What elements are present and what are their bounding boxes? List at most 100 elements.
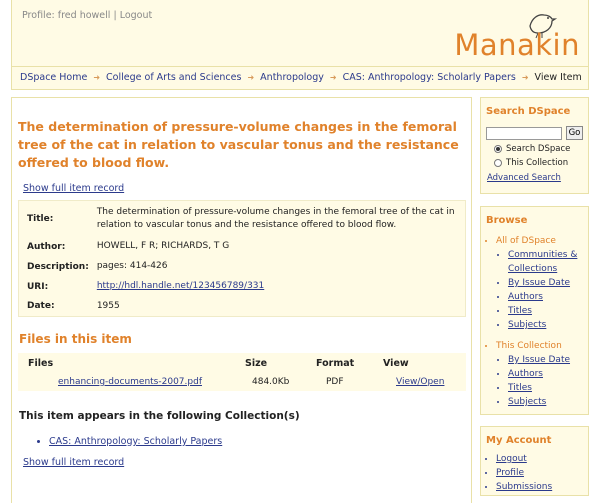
metadata-value-cell: http://hdl.handle.net/123456789/331 bbox=[93, 277, 466, 297]
browse-issue-date-link[interactable]: By Issue Date bbox=[508, 278, 570, 288]
show-full-record-link-bottom[interactable]: Show full item record bbox=[23, 457, 465, 468]
breadcrumb-arrow-icon: ➜ bbox=[329, 73, 337, 82]
browse-group-all: All of DSpace Communities & Collections … bbox=[496, 234, 583, 332]
list-item: Titles bbox=[508, 381, 583, 395]
files-col-header: Files bbox=[18, 353, 245, 373]
browse-titles-link[interactable]: Titles bbox=[508, 306, 532, 316]
browse-group-collection: This Collection By Issue Date Authors Ti… bbox=[496, 339, 583, 409]
go-button[interactable]: Go bbox=[566, 126, 583, 140]
browse-all-list: Communities & Collections By Issue Date … bbox=[496, 248, 583, 332]
list-item: By Issue Date bbox=[508, 353, 583, 367]
metadata-row-title: Title: The determination of pressure-vol… bbox=[19, 201, 466, 237]
breadcrumb-department[interactable]: Anthropology bbox=[260, 72, 324, 83]
radio-search-all[interactable]: Search DSpace bbox=[494, 144, 583, 154]
metadata-row-date: Date: 1955 bbox=[19, 297, 466, 317]
browse-list: All of DSpace Communities & Collections … bbox=[486, 234, 583, 409]
list-item: Authors bbox=[508, 367, 583, 381]
file-name-link[interactable]: enhancing-documents-2007.pdf bbox=[58, 377, 202, 387]
file-name-cell: enhancing-documents-2007.pdf bbox=[18, 373, 245, 391]
collection-link[interactable]: CAS: Anthropology: Scholarly Papers bbox=[49, 436, 222, 447]
list-item: CAS: Anthropology: Scholarly Papers bbox=[49, 436, 465, 447]
file-format: PDF bbox=[316, 373, 383, 391]
metadata-table: Title: The determination of pressure-vol… bbox=[18, 200, 466, 317]
size-col-header: Size bbox=[245, 353, 316, 373]
files-table: Files Size Format View enhancing-documen… bbox=[18, 353, 466, 391]
list-item: Logout bbox=[496, 452, 583, 466]
coll-subjects-link[interactable]: Subjects bbox=[508, 397, 546, 407]
metadata-label: Title: bbox=[27, 213, 54, 224]
view-col-header: View bbox=[383, 353, 466, 373]
account-heading: My Account bbox=[486, 435, 552, 446]
breadcrumb: DSpace Home ➜ College of Arts and Scienc… bbox=[12, 66, 588, 88]
browse-panel: Browse All of DSpace Communities & Colle… bbox=[480, 206, 589, 415]
file-row: enhancing-documents-2007.pdf 484.0Kb PDF… bbox=[18, 373, 466, 391]
radio-search-collection[interactable]: This Collection bbox=[494, 158, 583, 168]
advanced-search-link[interactable]: Advanced Search bbox=[487, 173, 583, 183]
list-item: Titles bbox=[508, 304, 583, 318]
list-item: Subjects bbox=[508, 318, 583, 332]
browse-subjects-link[interactable]: Subjects bbox=[508, 320, 546, 330]
profile-link[interactable]: Profile: fred howell bbox=[22, 10, 110, 21]
metadata-value: The determination of pressure-volume cha… bbox=[96, 206, 455, 230]
collections-list: CAS: Anthropology: Scholarly Papers bbox=[49, 436, 465, 447]
item-title: The determination of pressure-volume cha… bbox=[18, 119, 459, 170]
radio-unselected-icon[interactable] bbox=[494, 159, 502, 167]
metadata-value: HOWELL, F R; RICHARDS, T G bbox=[96, 241, 230, 251]
breadcrumb-college[interactable]: College of Arts and Sciences bbox=[106, 72, 241, 83]
list-item: Profile bbox=[496, 466, 583, 480]
account-profile-link[interactable]: Profile bbox=[496, 468, 524, 478]
view-open-link[interactable]: View/Open bbox=[396, 377, 444, 387]
metadata-row-description: Description: pages: 414-426 bbox=[19, 257, 466, 277]
file-size: 484.0Kb bbox=[245, 373, 316, 391]
metadata-value: 1955 bbox=[96, 300, 120, 311]
search-input[interactable] bbox=[486, 126, 562, 140]
metadata-label: Date: bbox=[27, 301, 55, 312]
account-panel: My Account Logout Profile Submissions bbox=[480, 426, 589, 496]
breadcrumb-current: View Item bbox=[534, 72, 582, 83]
breadcrumb-arrow-icon: ➜ bbox=[93, 73, 101, 82]
coll-issue-date-link[interactable]: By Issue Date bbox=[508, 355, 570, 365]
profile-bar: Profile: fred howell | Logout bbox=[22, 10, 152, 21]
account-logout-link[interactable]: Logout bbox=[496, 454, 527, 464]
search-row: Go bbox=[486, 126, 583, 140]
file-view-cell: View/Open bbox=[383, 373, 466, 391]
radio-label: Search DSpace bbox=[506, 144, 571, 154]
breadcrumb-arrow-icon: ➜ bbox=[521, 73, 529, 82]
show-full-record-link[interactable]: Show full item record bbox=[23, 183, 465, 194]
breadcrumb-home[interactable]: DSpace Home bbox=[20, 72, 87, 83]
metadata-row-author: Author: HOWELL, F R; RICHARDS, T G bbox=[19, 237, 466, 257]
search-panel: Search DSpace Go Search DSpace This Coll… bbox=[480, 97, 589, 194]
browse-group-label: All of DSpace bbox=[496, 236, 556, 246]
list-item: By Issue Date bbox=[508, 276, 583, 290]
breadcrumb-collection[interactable]: CAS: Anthropology: Scholarly Papers bbox=[343, 72, 516, 83]
list-item: Authors bbox=[508, 290, 583, 304]
browse-communities-link[interactable]: Communities & Collections bbox=[508, 250, 577, 274]
list-item: Communities & Collections bbox=[508, 248, 583, 276]
metadata-label: URI: bbox=[27, 281, 49, 292]
breadcrumb-arrow-icon: ➜ bbox=[247, 73, 255, 82]
page-header: Profile: fred howell | Logout Manakin DS… bbox=[11, 0, 589, 90]
account-list: Logout Profile Submissions bbox=[486, 452, 583, 494]
browse-heading: Browse bbox=[486, 215, 528, 226]
logout-link[interactable]: Logout bbox=[120, 10, 153, 21]
coll-titles-link[interactable]: Titles bbox=[508, 383, 532, 393]
metadata-label: Author: bbox=[27, 241, 66, 252]
uri-link[interactable]: http://hdl.handle.net/123456789/331 bbox=[97, 281, 264, 291]
format-col-header: Format bbox=[316, 353, 383, 373]
list-item: Submissions bbox=[496, 480, 583, 494]
account-submissions-link[interactable]: Submissions bbox=[496, 482, 552, 492]
metadata-row-uri: URI: http://hdl.handle.net/123456789/331 bbox=[19, 277, 466, 297]
metadata-label: Description: bbox=[27, 261, 89, 272]
logo-text[interactable]: Manakin bbox=[454, 28, 580, 62]
browse-collection-list: By Issue Date Authors Titles Subjects bbox=[496, 353, 583, 409]
search-heading: Search DSpace bbox=[486, 106, 571, 117]
coll-authors-link[interactable]: Authors bbox=[508, 369, 543, 379]
main-content: The determination of pressure-volume cha… bbox=[11, 97, 472, 503]
collections-heading: This item appears in the following Colle… bbox=[19, 410, 300, 422]
radio-selected-icon[interactable] bbox=[494, 145, 502, 153]
metadata-value: pages: 414-426 bbox=[96, 261, 168, 271]
files-header-row: Files Size Format View bbox=[18, 353, 466, 373]
radio-label: This Collection bbox=[506, 158, 569, 168]
list-item: Subjects bbox=[508, 395, 583, 409]
browse-authors-link[interactable]: Authors bbox=[508, 292, 543, 302]
